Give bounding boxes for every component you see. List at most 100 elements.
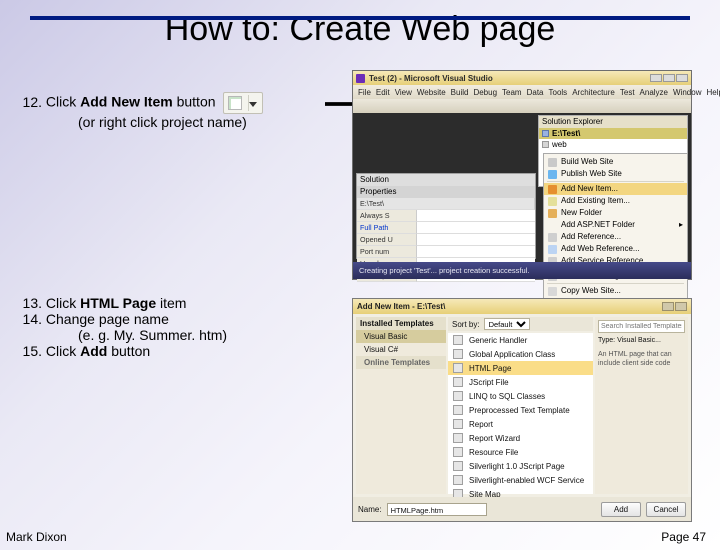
window-buttons bbox=[650, 74, 688, 82]
menu-item-label: Copy Web Site... bbox=[561, 286, 621, 296]
folder-icon bbox=[542, 141, 549, 148]
menu-tools[interactable]: Tools bbox=[549, 88, 568, 97]
help-icon[interactable] bbox=[662, 302, 674, 311]
menu-item-copy-web-site-[interactable]: Copy Web Site... bbox=[544, 285, 687, 297]
properties-header: Properties bbox=[360, 187, 396, 196]
close-icon[interactable] bbox=[675, 302, 687, 311]
menu-build[interactable]: Build bbox=[451, 88, 469, 97]
template-report-wizard[interactable]: Report Wizard bbox=[448, 431, 593, 445]
search-input[interactable] bbox=[598, 320, 685, 333]
minimize-icon[interactable] bbox=[650, 74, 662, 82]
template-label: Global Application Class bbox=[469, 350, 588, 359]
step-13-pre: Click bbox=[46, 295, 80, 311]
menu-website[interactable]: Website bbox=[417, 88, 446, 97]
menu-help[interactable]: Help bbox=[706, 88, 720, 97]
add-new-item-toolbar-icon bbox=[223, 92, 263, 114]
properties-title: E:\Test\ bbox=[357, 198, 535, 210]
template-html-page[interactable]: HTML Page bbox=[448, 361, 593, 375]
menu-architecture[interactable]: Architecture bbox=[572, 88, 615, 97]
prop-value[interactable] bbox=[417, 246, 535, 258]
solution-node[interactable]: web bbox=[539, 139, 687, 150]
add-new-item-dialog: Add New Item - E:\Test\ Installed Templa… bbox=[352, 298, 692, 522]
vs-toolbar bbox=[353, 99, 691, 113]
menu-edit[interactable]: Edit bbox=[376, 88, 390, 97]
properties-panel[interactable]: Solution Properties E:\Test\ Always SFul… bbox=[356, 173, 536, 259]
menu-item-publish-web-site[interactable]: Publish Web Site bbox=[544, 168, 687, 180]
template-desc: An HTML page that can include client sid… bbox=[598, 350, 685, 368]
menu-item-label: Add New Item... bbox=[561, 184, 618, 194]
vs-titlebar: Test (2) - Microsoft Visual Studio bbox=[353, 71, 691, 85]
step-15-pre: Click bbox=[46, 343, 80, 359]
step-15-num: 15. bbox=[20, 343, 42, 359]
template-silverlight-enabled-wcf-service[interactable]: Silverlight-enabled WCF Service bbox=[448, 473, 593, 487]
menu-item-label: Publish Web Site bbox=[561, 169, 622, 179]
template-linq-to-sql-classes[interactable]: LINQ to SQL Classes bbox=[448, 389, 593, 403]
vs-logo-icon bbox=[356, 74, 365, 83]
template-label: Preprocessed Text Template bbox=[469, 406, 588, 415]
name-label: Name: bbox=[358, 505, 382, 514]
maximize-icon[interactable] bbox=[663, 74, 675, 82]
menu-item-label: Add Web Reference... bbox=[561, 244, 640, 254]
template-label: Report bbox=[469, 420, 588, 429]
menu-item-icon bbox=[548, 233, 557, 242]
template-icon bbox=[453, 419, 463, 429]
template-label: Silverlight-enabled WCF Service bbox=[469, 476, 588, 485]
template-generic-handler[interactable]: Generic Handler bbox=[448, 333, 593, 347]
menu-window[interactable]: Window bbox=[673, 88, 701, 97]
menu-item-add-asp-net-folder[interactable]: Add ASP.NET Folder▸ bbox=[544, 219, 687, 231]
visual-studio-window: Test (2) - Microsoft Visual Studio File E… bbox=[352, 70, 692, 280]
menu-analyze[interactable]: Analyze bbox=[640, 88, 668, 97]
project-icon bbox=[542, 130, 549, 137]
solution-root[interactable]: E:\Test\ bbox=[539, 128, 687, 139]
step-12-bold: Add New Item bbox=[80, 94, 173, 110]
online-templates[interactable]: Online Templates bbox=[356, 356, 446, 369]
sort-select[interactable]: Default bbox=[484, 318, 530, 330]
step-13-post: item bbox=[156, 295, 186, 311]
template-global-application-class[interactable]: Global Application Class bbox=[448, 347, 593, 361]
template-icon bbox=[453, 363, 463, 373]
menu-item-label: Add Existing Item... bbox=[561, 196, 630, 206]
step-14-num: 14. bbox=[20, 311, 42, 327]
menu-item-icon bbox=[548, 170, 557, 179]
step-13-num: 13. bbox=[20, 295, 42, 311]
dlg-footer: Name: HTMLPage.htm Add Cancel bbox=[353, 497, 691, 521]
templates-list[interactable]: Generic Handler Global Application Class H… bbox=[448, 333, 593, 494]
lang-visual-c-[interactable]: Visual C# bbox=[356, 343, 446, 356]
step-12-pre: Click bbox=[46, 94, 80, 110]
name-field[interactable]: HTMLPage.htm bbox=[387, 503, 487, 516]
menu-test[interactable]: Test bbox=[620, 88, 635, 97]
menu-item-add-new-item[interactable]: Add New Item... bbox=[544, 183, 687, 195]
menu-team[interactable]: Team bbox=[502, 88, 522, 97]
menu-data[interactable]: Data bbox=[527, 88, 544, 97]
menu-item-add-web-reference-[interactable]: Add Web Reference... bbox=[544, 243, 687, 255]
prop-value[interactable] bbox=[417, 234, 535, 246]
lang-visual-basic[interactable]: Visual Basic bbox=[356, 330, 446, 343]
prop-value[interactable] bbox=[417, 210, 535, 222]
template-preprocessed-text-template[interactable]: Preprocessed Text Template bbox=[448, 403, 593, 417]
close-icon[interactable] bbox=[676, 74, 688, 82]
menu-view[interactable]: View bbox=[395, 88, 412, 97]
cancel-button[interactable]: Cancel bbox=[646, 502, 686, 517]
template-jscript-file[interactable]: JScript File bbox=[448, 375, 593, 389]
prop-value[interactable] bbox=[417, 222, 535, 234]
menu-item-label: New Folder bbox=[561, 208, 602, 218]
template-icon bbox=[453, 405, 463, 415]
template-resource-file[interactable]: Resource File bbox=[448, 445, 593, 459]
add-button[interactable]: Add bbox=[601, 502, 641, 517]
template-icon bbox=[453, 461, 463, 471]
templates-left[interactable]: Installed Templates Visual BasicVisual C… bbox=[356, 317, 446, 494]
template-label: Resource File bbox=[469, 448, 588, 457]
steps-13-15: 13. Click HTML Page item 14. Change page… bbox=[20, 295, 360, 359]
menu-item-add-existing-item-[interactable]: Add Existing Item... bbox=[544, 195, 687, 207]
menu-item-icon bbox=[548, 245, 557, 254]
menu-item-new-folder[interactable]: New Folder bbox=[544, 207, 687, 219]
menu-file[interactable]: File bbox=[358, 88, 371, 97]
menu-item-add-reference-[interactable]: Add Reference... bbox=[544, 231, 687, 243]
template-silverlight-jscript-page[interactable]: Silverlight 1.0 JScript Page bbox=[448, 459, 593, 473]
menu-item-build-web-site[interactable]: Build Web Site bbox=[544, 156, 687, 168]
template-icon bbox=[453, 475, 463, 485]
menu-debug[interactable]: Debug bbox=[473, 88, 497, 97]
template-report[interactable]: Report bbox=[448, 417, 593, 431]
step-12-num: 12. bbox=[20, 94, 42, 110]
submenu-icon: ▸ bbox=[679, 220, 683, 230]
